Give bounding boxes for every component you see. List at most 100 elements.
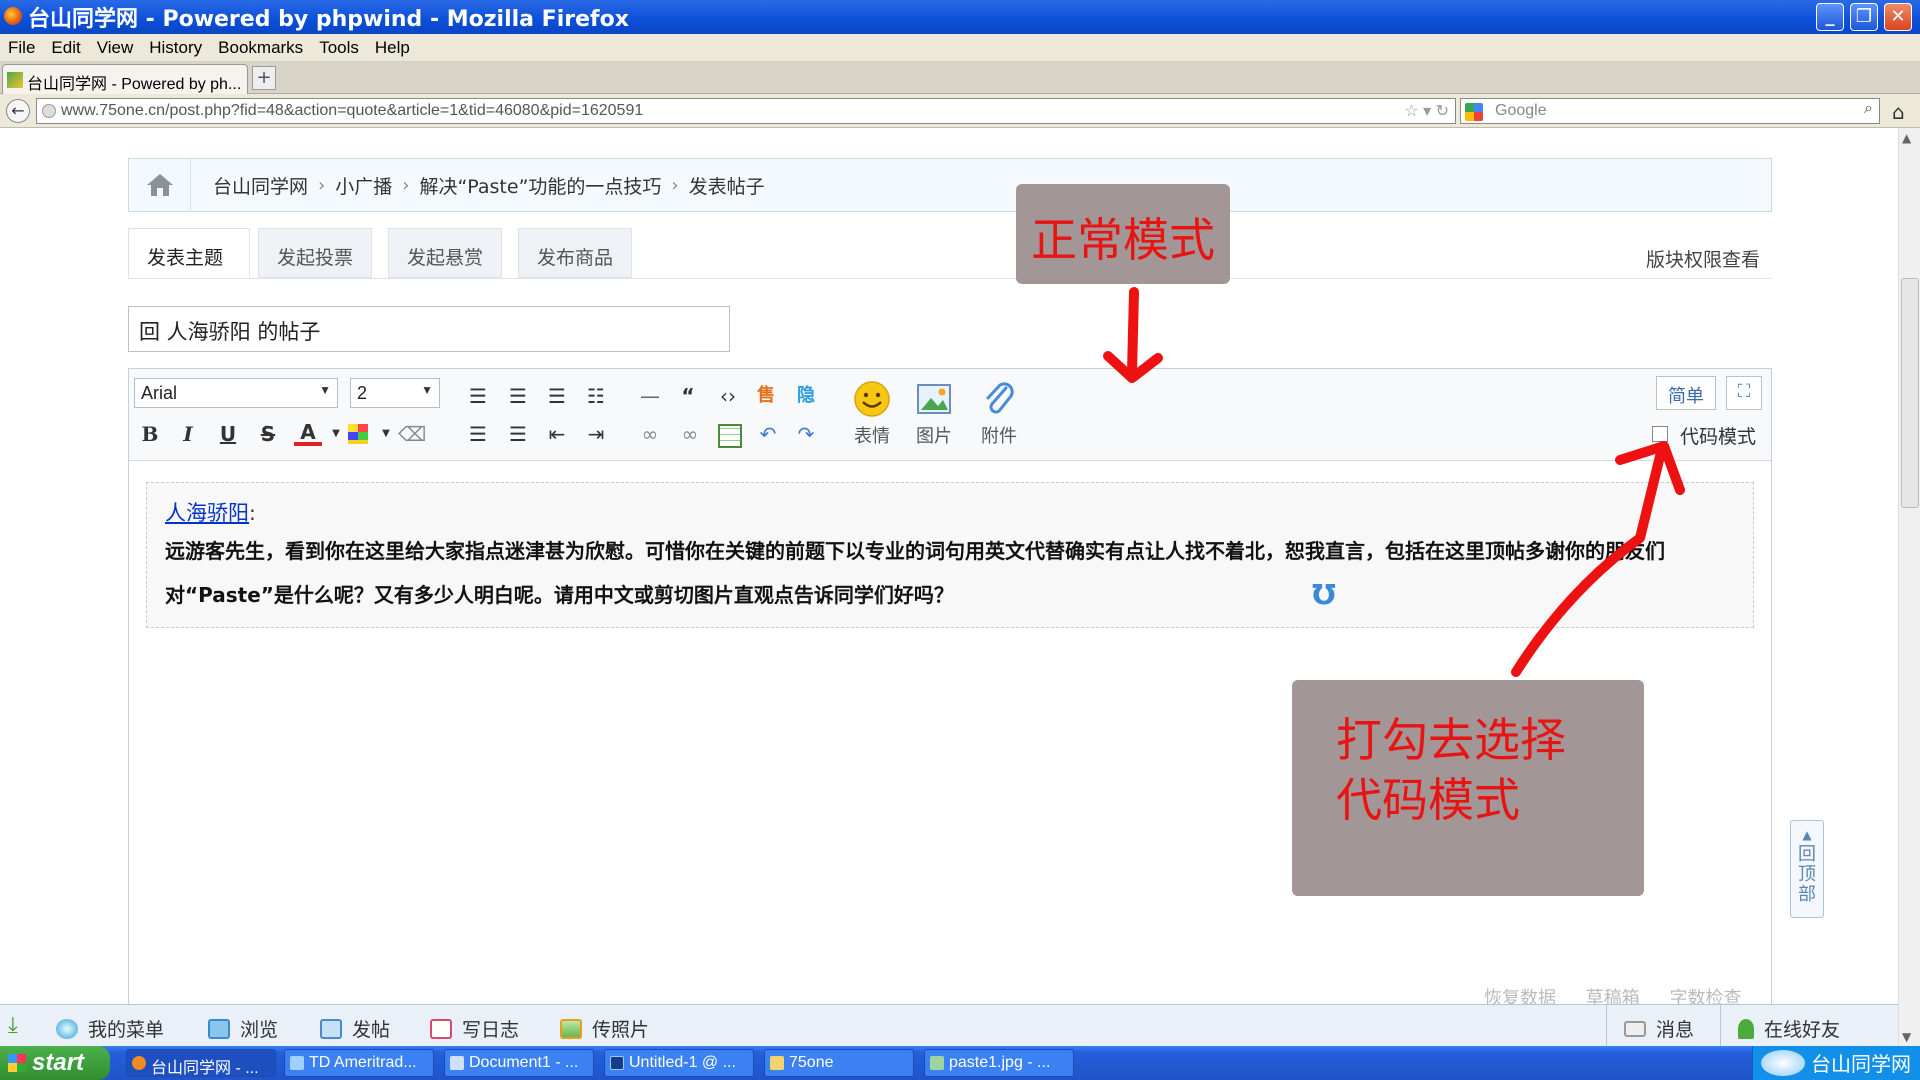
breadcrumb-item-forum[interactable]: 小广播	[335, 172, 392, 199]
unordered-list-icon[interactable]: ☰	[504, 420, 532, 448]
font-color-icon[interactable]: A	[294, 420, 322, 446]
upload-photo-button[interactable]: 传照片	[560, 1015, 649, 1042]
tab-start-reward[interactable]: 发起悬赏	[388, 228, 503, 278]
upload-photo-label: 传照片	[592, 1019, 650, 1041]
my-menu-button[interactable]: 我的菜单	[56, 1015, 164, 1042]
taskbar-item-75one[interactable]: 75one	[764, 1049, 914, 1077]
photoshop-icon	[610, 1056, 624, 1070]
dropdown-arrow-icon[interactable]: ▼	[322, 420, 350, 448]
url-bar[interactable]: www.75one.cn/post.php?fid=48&action=quot…	[36, 98, 1456, 124]
bookmark-star-icon[interactable]: ☆ ▾ ↻	[1404, 101, 1449, 121]
browser-tab[interactable]: 台山同学网 - Powered by ph...	[2, 64, 248, 94]
taskbar-item-ameritrade[interactable]: TD Ameritrad...	[284, 1049, 434, 1077]
home-icon[interactable]: ⌂	[1892, 100, 1905, 124]
undo-icon[interactable]: ↶	[754, 420, 782, 448]
online-friends-label: 在线好友	[1764, 1019, 1841, 1041]
taskbar-item-untitled[interactable]: Untitled-1 @ ...	[604, 1049, 754, 1077]
horizontal-rule-icon[interactable]: —	[636, 382, 664, 410]
unlink-icon[interactable]: ∞	[676, 420, 704, 448]
download-arrow-icon[interactable]: ⤓	[8, 1013, 18, 1038]
breadcrumb-item-site[interactable]: 台山同学网	[213, 172, 308, 199]
image-button[interactable]: 图片	[910, 380, 958, 448]
online-friends-button[interactable]: 在线好友	[1738, 1015, 1840, 1042]
menu-tools[interactable]: Tools	[319, 38, 359, 58]
redo-icon[interactable]: ↷	[792, 420, 820, 448]
scroll-down-icon[interactable]: ▼	[1902, 1030, 1911, 1044]
back-to-top-button[interactable]: ▲ 回 顶 部	[1790, 820, 1824, 918]
diary-icon	[430, 1018, 452, 1039]
italic-icon[interactable]: I	[174, 420, 202, 448]
subject-input[interactable]: 回 人海骄阳 的帖子	[128, 306, 730, 352]
write-diary-button[interactable]: 写日志	[430, 1015, 519, 1042]
strikethrough-icon[interactable]: S	[254, 420, 282, 448]
site-favicon-icon	[7, 72, 23, 88]
back-arrow-icon[interactable]: ←	[6, 99, 30, 123]
maximize-button[interactable]: ❐	[1850, 3, 1878, 31]
menu-history[interactable]: History	[149, 38, 202, 58]
taskbar-item-firefox[interactable]: 台山同学网 - ...	[126, 1049, 276, 1077]
search-bar[interactable]: Google ⌕	[1460, 98, 1880, 124]
breadcrumb-item-thread[interactable]: 解决“Paste”功能的一点技巧	[419, 172, 661, 199]
close-button[interactable]: ✕	[1884, 3, 1912, 31]
fullscreen-icon[interactable]: ⛶	[1726, 376, 1762, 410]
attachment-button[interactable]: 附件	[974, 380, 1024, 448]
indent-icon[interactable]: ⇥	[582, 420, 610, 448]
smiley-icon	[854, 381, 890, 417]
quote-block[interactable]: 人海骄阳: 远游客先生，看到你在这里给大家指点迷津甚为欣慰。可惜你在关键的前题下…	[146, 482, 1754, 628]
new-post-button[interactable]: 发帖	[320, 1015, 390, 1042]
breadcrumb-item-current: 发表帖子	[688, 175, 765, 198]
dropdown-arrow-icon[interactable]: ▼	[372, 420, 400, 448]
menu-edit[interactable]: Edit	[51, 38, 80, 58]
document-icon	[450, 1056, 464, 1070]
menu-bookmarks[interactable]: Bookmarks	[218, 38, 303, 58]
minimize-button[interactable]: _	[1816, 3, 1844, 31]
photo-icon	[560, 1018, 582, 1039]
outdent-icon[interactable]: ⇤	[543, 420, 571, 448]
taskbar-item-document[interactable]: Document1 - ...	[444, 1049, 594, 1077]
align-center-icon[interactable]: ☰	[504, 382, 532, 410]
bold-icon[interactable]: B	[136, 420, 164, 448]
emoji-button[interactable]: 表情	[848, 380, 896, 448]
tab-post-goods[interactable]: 发布商品	[518, 228, 633, 278]
font-family-value: Arial	[141, 383, 178, 403]
tab-post-topic[interactable]: 发表主题	[128, 228, 250, 278]
scroll-up-icon[interactable]: ▲	[1902, 131, 1911, 145]
taskbar-item-paste1[interactable]: paste1.jpg - ...	[924, 1049, 1074, 1077]
board-permission-link[interactable]: 版块权限查看	[1646, 245, 1760, 272]
home-icon[interactable]	[129, 159, 191, 211]
font-size-select[interactable]: 2 ▼	[350, 378, 440, 408]
sell-icon[interactable]: 售	[752, 382, 780, 410]
new-post-label: 发帖	[352, 1019, 391, 1041]
quote-icon[interactable]: “	[674, 382, 702, 410]
code-mode-checkbox[interactable]	[1652, 426, 1668, 442]
site-bottom-toolbar: ⤓ 我的菜单 浏览 发帖 写日志 传照片 消息 在线好友	[0, 1004, 1898, 1047]
new-tab-button[interactable]: +	[252, 66, 276, 90]
code-icon[interactable]: ‹›	[714, 382, 742, 410]
link-icon[interactable]: ∞	[636, 420, 664, 448]
ordered-list-icon[interactable]: ☰	[464, 420, 492, 448]
messages-button[interactable]: 消息	[1624, 1015, 1694, 1042]
menu-help[interactable]: Help	[375, 38, 410, 58]
hide-icon[interactable]: 隐	[792, 382, 820, 410]
annotation-tick-line1: 打勾去选择	[1336, 713, 1566, 767]
page-scrollbar[interactable]: ▲ ▼	[1898, 128, 1920, 1048]
menu-file[interactable]: File	[8, 38, 35, 58]
start-button[interactable]: start	[0, 1046, 110, 1080]
align-justify-icon[interactable]: ☷	[582, 382, 610, 410]
envelope-icon	[1624, 1020, 1646, 1037]
menu-view[interactable]: View	[97, 38, 134, 58]
align-right-icon[interactable]: ☰	[543, 382, 571, 410]
browse-button[interactable]: 浏览	[208, 1015, 278, 1042]
align-left-icon[interactable]: ☰	[464, 382, 492, 410]
quote-author-link[interactable]: 人海骄阳	[165, 501, 249, 525]
tab-start-poll[interactable]: 发起投票	[258, 228, 373, 278]
underline-icon[interactable]: U	[214, 420, 242, 448]
background-color-icon[interactable]	[348, 424, 368, 444]
my-menu-label: 我的菜单	[88, 1019, 165, 1041]
eraser-icon[interactable]: ⌫	[398, 420, 426, 448]
simple-mode-button[interactable]: 简单	[1656, 376, 1716, 410]
font-family-select[interactable]: Arial ▼	[134, 378, 338, 408]
table-icon[interactable]	[718, 424, 742, 448]
search-icon[interactable]: ⌕	[1864, 100, 1873, 118]
scrollbar-thumb[interactable]	[1901, 278, 1919, 508]
